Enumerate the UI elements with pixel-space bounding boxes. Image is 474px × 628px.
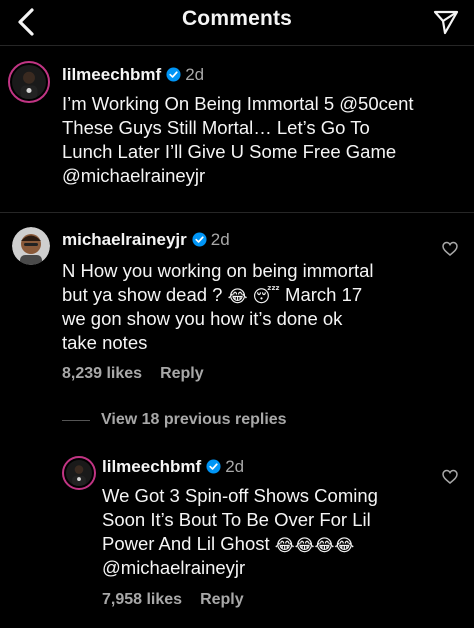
reply-time: 2d <box>225 457 245 476</box>
reply-line: We Got 3 Spin-off Shows Coming <box>102 485 378 506</box>
likes-count[interactable]: 7,958 likes <box>102 591 182 608</box>
laughing-emoji-icon: 😂 <box>227 287 248 306</box>
caption-line: I’m Working On Being Immortal 5 @50cent <box>62 93 414 114</box>
caption-username[interactable]: lilmeechbmf <box>62 65 161 84</box>
comment-text: N How you working on being immortal but … <box>62 259 422 355</box>
page-title: Comments <box>181 7 293 30</box>
reply-mention[interactable]: @michaelraineyjr <box>102 556 432 580</box>
verified-badge-icon <box>206 459 221 474</box>
verified-badge-icon <box>166 67 181 82</box>
comment-header: michaelraineyjr 2d <box>62 230 230 250</box>
comment-line-text: March 17 <box>285 284 363 305</box>
laughing-emoji-icon: 😂 <box>274 536 295 555</box>
caption-header: lilmeechbmf 2d <box>62 65 204 85</box>
replies-line <box>62 420 90 421</box>
view-replies-button[interactable]: View 18 previous replies <box>101 411 287 429</box>
reply-header: lilmeechbmf 2d <box>102 457 244 477</box>
avatar[interactable] <box>12 227 50 265</box>
comment-line-text: but ya show dead ? <box>62 284 223 305</box>
reply-meta: 7,958 likes Reply <box>102 591 244 609</box>
laughing-emoji-icon: 😂 <box>294 536 315 555</box>
caption-time: 2d <box>185 65 205 84</box>
caption-mention[interactable]: @michaelraineyjr <box>62 164 462 188</box>
heart-icon[interactable] <box>442 469 458 485</box>
verified-badge-icon <box>192 232 207 247</box>
comment-line: take notes <box>62 332 148 353</box>
reply-button[interactable]: Reply <box>200 591 244 608</box>
caption-text: I’m Working On Being Immortal 5 @50cent … <box>62 92 462 188</box>
sleepy-emoji-icon: 😴 <box>252 287 280 306</box>
reply-line-text: Power And Lil Ghost <box>102 533 270 554</box>
reply-line: Power And Lil Ghost 😂😂😂😂 <box>102 532 432 556</box>
reply-button[interactable]: Reply <box>160 365 204 382</box>
likes-count[interactable]: 8,239 likes <box>62 365 142 382</box>
share-button[interactable] <box>430 6 462 38</box>
reply-line: Soon It’s Bout To Be Over For Lil <box>102 509 371 530</box>
comment-time: 2d <box>210 230 230 249</box>
reply-username[interactable]: lilmeechbmf <box>102 457 201 476</box>
heart-icon[interactable] <box>442 241 458 257</box>
avatar[interactable] <box>8 61 50 103</box>
send-icon <box>433 10 459 35</box>
caption-line: Lunch Later I’ll Give U Some Free Game <box>62 141 397 162</box>
caption-line: These Guys Still Mortal… Let’s Go To <box>62 117 370 138</box>
comment-username[interactable]: michaelraineyjr <box>62 230 187 249</box>
comment-line: N How you working on being immortal <box>62 260 374 281</box>
laughing-emoji-icon: 😂 <box>314 536 335 555</box>
comment-line: but ya show dead ? 😂 😴 March 17 <box>62 283 422 307</box>
comment-line: we gon show you how it’s done ok <box>62 308 343 329</box>
laughing-emoji-icon: 😂 <box>334 536 355 555</box>
reply-text: We Got 3 Spin-off Shows Coming Soon It’s… <box>102 484 432 580</box>
comments-header: Comments <box>0 0 474 46</box>
comment-meta: 8,239 likes Reply <box>62 365 204 383</box>
avatar[interactable] <box>62 456 96 490</box>
caption-divider <box>0 212 474 213</box>
